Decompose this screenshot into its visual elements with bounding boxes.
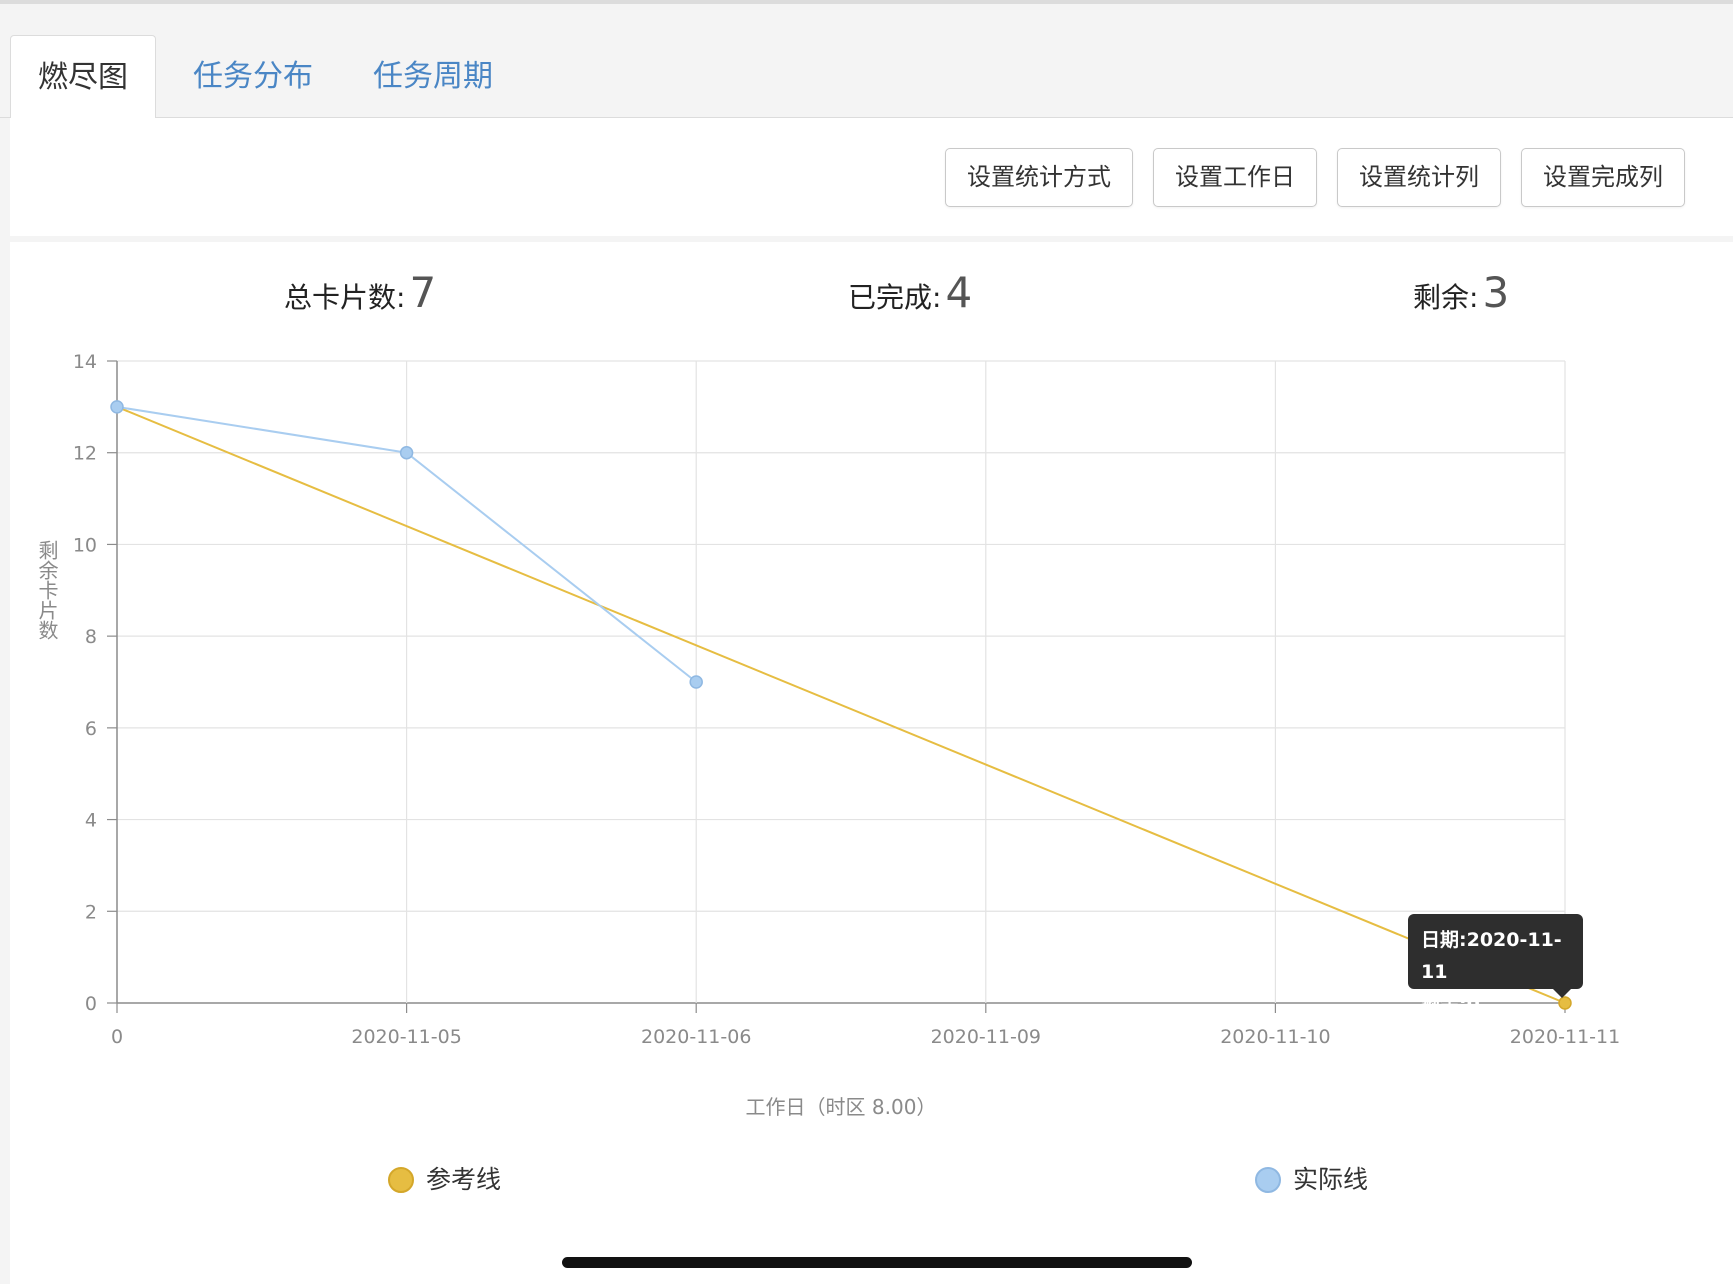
series-line-0	[116, 405, 1566, 1004]
x-tick-label: 2020-11-10	[1220, 1026, 1330, 1048]
y-tick-label: 2	[85, 901, 97, 923]
legend-reference-swatch	[388, 1167, 414, 1193]
series-point-1	[110, 400, 124, 414]
legend-actual-swatch	[1255, 1167, 1281, 1193]
legend-actual-line[interactable]: 实际线	[1255, 1162, 1375, 1198]
y-tick-label: 0	[85, 993, 97, 1015]
x-tick-label: 0	[111, 1026, 123, 1048]
x-tick-label: 2020-11-06	[641, 1026, 751, 1048]
legend-reference-label: 参考线	[426, 1165, 502, 1194]
x-tick-label: 2020-11-05	[351, 1026, 461, 1048]
burndown-chart: 0 2 4 6 8 10 12 14 0 2020-11-05 2020-11-06 2020-11-…	[73, 351, 1620, 1119]
y-tick-label: 4	[85, 810, 97, 832]
y-tick-label: 6	[85, 718, 97, 740]
home-indicator	[562, 1257, 1192, 1268]
legend-reference-line[interactable]: 参考线	[388, 1162, 508, 1198]
series-point-1	[689, 675, 703, 689]
x-tick-label: 2020-11-11	[1510, 1026, 1620, 1048]
y-axis-label: 剩余卡片数	[35, 540, 59, 640]
tooltip-date: 日期:2020-11-11	[1421, 929, 1562, 983]
y-tick-label: 8	[85, 626, 97, 648]
x-tick-label: 2020-11-09	[931, 1026, 1041, 1048]
tooltip-remaining: 剩余:0	[1421, 993, 1480, 1015]
y-tick-label: 12	[73, 443, 97, 465]
y-tick-label: 14	[73, 351, 97, 373]
legend-actual-label: 实际线	[1293, 1165, 1369, 1194]
y-tick-label: 10	[73, 534, 97, 556]
chart-tooltip: 日期:2020-11-11 剩余:0	[1408, 914, 1583, 1015]
series-point-1	[399, 445, 414, 460]
x-axis-title: 工作日（时区 8.00）	[746, 1095, 937, 1119]
